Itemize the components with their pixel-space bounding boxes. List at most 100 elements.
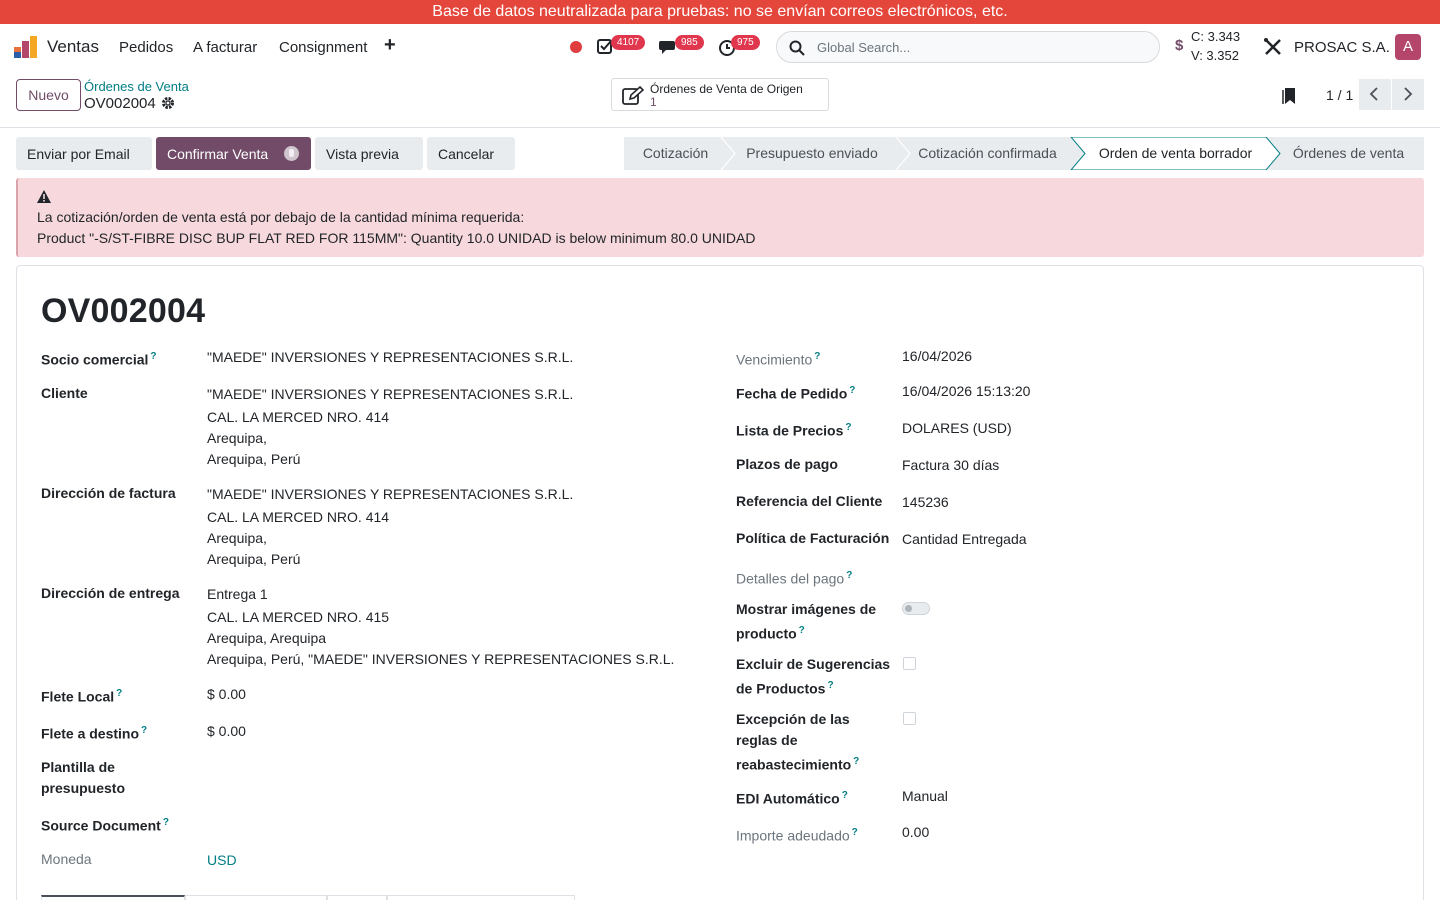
breadcrumb-parent-link[interactable]: Órdenes de Venta [84,79,189,94]
help-icon[interactable]: ? [827,680,833,691]
label-cliente: Cliente [41,385,88,401]
field-socio-comercial[interactable]: "MAEDE" INVERSIONES Y REPRESENTACIONES S… [207,347,573,368]
pager-value[interactable]: 1 / 1 [1326,87,1353,103]
toggle-mostrar-imagenes[interactable] [902,602,930,615]
global-search[interactable] [776,31,1160,63]
smart-button-count: 1 [650,95,657,109]
cliente-line: CAL. LA MERCED NRO. 414 [207,409,390,425]
dollar-icon[interactable]: $ [1175,37,1183,54]
factura-line: Arequipa, Perú [207,551,301,567]
label-direccion-entrega: Dirección de entrega [41,585,180,601]
field-plazos-pago[interactable]: Factura 30 días [902,455,999,476]
help-icon[interactable]: ? [141,725,147,736]
bookmark-icon[interactable] [1282,87,1298,105]
label-plazos-pago: Plazos de pago [736,456,838,472]
top-navbar: Ventas Pedidos A facturar Consignment + … [0,24,1440,70]
notebook-tab[interactable] [41,895,185,900]
field-source-document[interactable] [207,812,507,833]
stage-cotizacion-confirmada[interactable]: Cotización confirmada [910,137,1065,170]
send-email-button[interactable]: Enviar por Email [16,137,152,170]
plus-icon[interactable]: + [384,34,396,57]
alert-message-line-2: Product "-S/ST-FIBRE DISC BUP FLAT RED F… [37,230,756,246]
help-icon[interactable]: ? [853,756,859,767]
smart-button-label: Órdenes de Venta de Origen [650,82,803,96]
pager-previous-button[interactable] [1359,79,1391,110]
recording-dot-icon[interactable] [570,41,582,53]
label-edi-automatico: EDI Automático? [736,790,848,807]
field-fecha-pedido[interactable]: 16/04/2026 15:13:20 [902,381,1030,402]
label-politica-facturacion: Política de Facturación [736,530,890,546]
field-flete-destino[interactable]: $ 0.00 [207,721,246,742]
label-excepcion-reglas-3: reabastecimiento? [736,756,860,773]
entrega-line: Entrega 1 [207,586,268,602]
label-plantilla-presupuesto-2: presupuesto [41,780,126,796]
cliente-line: Arequipa, [207,430,267,446]
notebook-tab[interactable] [327,895,387,900]
label-flete-destino: Flete a destino? [41,725,148,742]
edit-document-icon [622,86,644,105]
stage-cotizacion[interactable]: Cotización [624,137,727,170]
cliente-line: Arequipa, Perú [207,451,301,467]
field-edi-automatico[interactable]: Manual [902,786,948,807]
messages-count-badge: 985 [675,35,704,50]
field-politica-facturacion[interactable]: Cantidad Entregada [902,529,1027,550]
label-socio-comercial: Socio comercial? [41,351,157,368]
help-icon[interactable]: ? [846,570,852,581]
loading-spinner-icon [284,146,299,161]
cliente-line: "MAEDE" INVERSIONES Y REPRESENTACIONES S… [207,386,574,402]
gear-icon[interactable] [161,96,175,110]
help-icon[interactable]: ? [849,385,855,396]
field-vencimiento[interactable]: 16/04/2026 [902,346,972,367]
breadcrumb-current: OV002004 [84,95,156,112]
field-flete-local[interactable]: $ 0.00 [207,684,246,705]
stage-ordenes-de-venta[interactable]: Órdenes de venta [1280,137,1417,170]
new-button[interactable]: Nuevo [16,79,81,111]
clock-count-badge: 975 [731,35,760,50]
label-fecha-pedido: Fecha de Pedido? [736,385,856,402]
notebook-tab[interactable] [387,895,575,900]
help-icon[interactable]: ? [814,351,820,362]
help-icon[interactable]: ? [852,827,858,838]
origin-orders-smart-button[interactable]: Órdenes de Venta de Origen 1 [611,78,829,111]
label-vencimiento: Vencimiento? [736,351,821,368]
debug-tools-icon[interactable] [1263,37,1283,57]
checkbox-excepcion-reglas[interactable] [903,712,916,725]
sales-app-icon[interactable] [14,36,38,58]
field-referencia-cliente[interactable]: 145236 [902,492,949,513]
label-mostrar-imagenes-2: producto? [736,625,805,642]
factura-line: "MAEDE" INVERSIONES Y REPRESENTACIONES S… [207,486,574,502]
exchange-rate-buy: C: 3.343 [1191,29,1241,44]
label-source-document: Source Document? [41,817,169,834]
activity-count-badge: 4107 [611,35,646,50]
field-plantilla-presupuesto[interactable] [207,757,507,778]
help-icon[interactable]: ? [799,625,805,636]
stage-orden-venta-borrador[interactable]: Orden de venta borrador [1085,137,1266,170]
confirm-sale-button[interactable]: Confirmar Venta [156,137,311,170]
label-moneda: Moneda [41,851,92,867]
help-icon[interactable]: ? [842,790,848,801]
search-input[interactable] [817,32,1147,62]
user-avatar[interactable]: A [1395,34,1421,60]
checkbox-excluir-sugerencias[interactable] [903,657,916,670]
menu-consignment[interactable]: Consignment [279,39,367,56]
help-icon[interactable]: ? [150,351,156,362]
cancel-button[interactable]: Cancelar [427,137,515,170]
chevron-left-icon [1369,87,1378,101]
field-moneda[interactable]: USD [207,850,237,871]
app-title[interactable]: Ventas [47,37,99,57]
help-icon[interactable]: ? [116,688,122,699]
stage-presupuesto-enviado[interactable]: Presupuesto enviado [735,137,889,170]
label-importe-adeudado: Importe adeudado? [736,827,858,844]
factura-line: Arequipa, [207,530,267,546]
field-lista-precios[interactable]: DOLARES (USD) [902,418,1012,439]
preview-button[interactable]: Vista previa [315,137,423,170]
company-switcher[interactable]: PROSAC S.A. [1294,39,1390,56]
help-icon[interactable]: ? [163,817,169,828]
search-icon [789,40,805,56]
menu-pedidos[interactable]: Pedidos [119,39,173,56]
menu-a-facturar[interactable]: A facturar [193,39,257,56]
help-icon[interactable]: ? [845,422,851,433]
notebook-tab[interactable] [185,895,327,900]
form-sheet: OV002004 Socio comercial? "MAEDE" INVERS… [16,265,1424,900]
pager-next-button[interactable] [1392,79,1424,110]
